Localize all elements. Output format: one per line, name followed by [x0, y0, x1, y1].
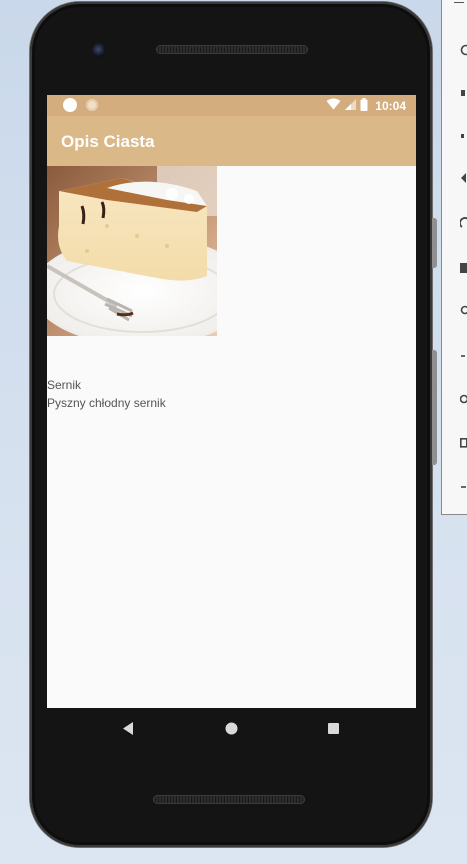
volume-button [432, 218, 437, 268]
rotate-right-icon[interactable] [460, 217, 467, 229]
volume-down-icon[interactable] [460, 130, 467, 142]
cake-slice-image [47, 166, 217, 336]
power-icon[interactable] [460, 44, 467, 56]
cake-description: Pyszny chłodny sernik [47, 396, 166, 410]
signal-icon [345, 98, 357, 113]
bottom-speaker [153, 795, 305, 804]
emulator-toolbar [441, 0, 467, 515]
volume-up-icon[interactable] [460, 87, 467, 99]
back-icon[interactable] [123, 722, 134, 740]
app-bar: Opis Ciasta [47, 116, 416, 166]
top-speaker [156, 45, 308, 54]
wifi-icon [326, 98, 341, 113]
recents-icon[interactable] [328, 722, 340, 740]
battery-icon [360, 97, 368, 114]
notification-dot-icon [63, 98, 77, 112]
zoom-icon[interactable] [460, 305, 467, 317]
home-tool-icon[interactable] [460, 393, 467, 405]
status-time: 10:04 [375, 98, 406, 113]
home-icon[interactable] [225, 722, 238, 740]
more-icon[interactable] [460, 481, 467, 493]
system-indicators: 10:04 [326, 97, 406, 114]
back-tool-icon[interactable] [460, 350, 467, 362]
cake-name: Sernik [47, 378, 82, 392]
front-camera-icon [92, 43, 106, 57]
side-button [432, 350, 437, 465]
minimize-icon[interactable] [454, 2, 464, 3]
overview-tool-icon[interactable] [460, 437, 467, 449]
screenshot-icon[interactable] [460, 262, 467, 274]
app-screen: 10:04 Opis Ciasta Sernik Pyszny chłodny … [47, 95, 416, 708]
rotate-left-icon[interactable] [460, 172, 467, 184]
page-title: Opis Ciasta [61, 132, 155, 151]
navigation-bar [47, 708, 416, 750]
status-bar: 10:04 [47, 95, 416, 116]
notification-dot-icon [86, 99, 98, 111]
